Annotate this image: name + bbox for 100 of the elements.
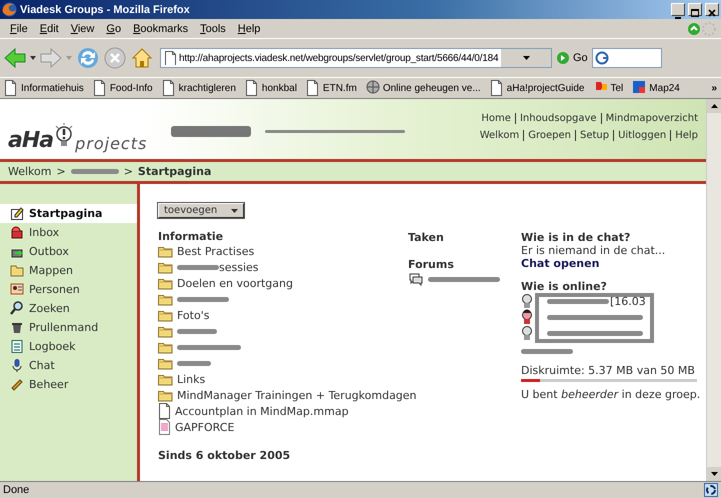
search-field[interactable]	[592, 48, 662, 68]
sidebar-item[interactable]: Inbox	[0, 223, 137, 242]
folder-icon	[158, 292, 173, 306]
folder-link[interactable]: Links	[177, 372, 206, 386]
sidebar-item[interactable]: Mappen	[0, 261, 137, 280]
folder-icon	[158, 356, 173, 370]
scrollbar[interactable]	[706, 99, 721, 481]
page-icon	[306, 80, 320, 96]
nav-link[interactable]: Groepen	[523, 130, 575, 141]
bookmark-link[interactable]: Map24	[632, 80, 680, 96]
contact-card-icon	[10, 282, 24, 297]
nav-link[interactable]: Inhoudsopgave	[514, 113, 601, 124]
logbook-icon	[10, 339, 24, 354]
bookmark-link[interactable]: Food-Info	[92, 80, 153, 96]
bookmark-link[interactable]: krachtigleren	[162, 80, 236, 96]
sidebar-item[interactable]: Chat	[0, 356, 137, 375]
dropdown-arrow-icon	[66, 56, 72, 60]
menu-item[interactable]: Go	[100, 22, 128, 34]
menu-item[interactable]: View	[64, 22, 100, 34]
page-icon	[164, 51, 176, 65]
bookmark-link[interactable]: Online geheugen ve...	[366, 80, 481, 96]
nav-link[interactable]: Setup	[574, 130, 614, 141]
close-icon	[706, 8, 718, 19]
sidebar-item[interactable]: Startpagina	[0, 204, 137, 223]
forward-button[interactable]	[40, 47, 62, 69]
page-icon	[162, 80, 176, 96]
page-icon	[4, 80, 18, 96]
maximize-button[interactable]	[688, 3, 702, 16]
window-title: Viadesk Groups - Mozilla Firefox	[20, 4, 191, 16]
folder-link[interactable]: MindManager Trainingen + Terugkomdagen	[177, 388, 417, 402]
nav-link[interactable]: Mindmapoverzicht	[600, 113, 698, 124]
note-icon	[10, 206, 24, 221]
speech-bubbles-icon	[408, 272, 424, 286]
file-link[interactable]: GAPFORCE	[175, 420, 234, 434]
nav-link[interactable]: Help	[670, 130, 698, 141]
back-button[interactable]	[4, 47, 26, 69]
folder-icon	[158, 324, 173, 338]
menu-item[interactable]: Help	[232, 22, 266, 34]
since-date: Sinds 6 oktober 2005	[158, 449, 292, 462]
role-text: U bent beheerder in deze groep.	[521, 388, 702, 401]
address-field[interactable]: http://ahaprojects.viadesk.net/webgroups/servlet/group_start/5666/44/0/184	[160, 48, 552, 68]
folder-icon	[158, 308, 173, 322]
dropdown-arrow-icon	[522, 56, 530, 60]
nav-link[interactable]: Welkom	[476, 130, 524, 141]
bookmark-link[interactable]: honkbal	[244, 80, 297, 96]
microphone-icon	[10, 358, 24, 373]
status-icon	[687, 22, 701, 36]
more-bookmarks-button[interactable]: »	[711, 82, 717, 94]
folder-link[interactable]: Doelen en voortgang	[177, 276, 293, 290]
document-icon	[158, 419, 171, 435]
sidebar-item[interactable]: Personen	[0, 280, 137, 299]
folder-icon	[158, 340, 173, 354]
breadcrumb-link[interactable]: Welkom	[8, 165, 52, 178]
go-button[interactable]: Go	[556, 51, 588, 65]
bookmark-link[interactable]: Tel	[594, 80, 624, 96]
sidebar-item[interactable]: Zoeken	[0, 299, 137, 318]
bookmark-link[interactable]: Informatiehuis	[4, 80, 84, 96]
section-heading: Taken	[408, 231, 445, 244]
menu-item[interactable]: Tools	[194, 22, 232, 34]
status-text: Done	[3, 484, 30, 496]
section-heading: Informatie	[158, 230, 224, 243]
tools-icon	[10, 377, 24, 392]
folder-icon	[158, 260, 173, 274]
folder-link[interactable]: Foto's	[177, 308, 210, 322]
sidebar-item[interactable]: Logboek	[0, 337, 137, 356]
minimize-button[interactable]	[671, 3, 685, 16]
reload-button[interactable]	[76, 46, 100, 70]
folder-link[interactable]: Best Practises	[177, 244, 254, 258]
folder-link[interactable]: sessies	[219, 260, 259, 274]
file-link[interactable]: Accountplan in MindMap.mmap	[175, 404, 349, 418]
bookmark-link[interactable]: ETN.fm	[306, 80, 357, 96]
logo-text: aHa	[8, 128, 54, 153]
nav-link[interactable]: Uitloggen	[613, 130, 670, 141]
sidebar-item[interactable]: Outbox	[0, 242, 137, 261]
close-button[interactable]	[705, 3, 719, 16]
dropdown-arrow-icon	[231, 208, 238, 212]
add-dropdown[interactable]: toevoegen	[158, 203, 244, 218]
file-icon	[158, 403, 171, 419]
go-icon	[556, 51, 570, 65]
stop-button[interactable]	[104, 47, 126, 69]
search-icon	[10, 301, 24, 316]
breadcrumb-separator: >	[124, 165, 133, 178]
sidebar-item[interactable]: Beheer	[0, 375, 137, 394]
menu-item[interactable]: Bookmarks	[127, 22, 194, 34]
down-arrow-icon	[710, 472, 718, 476]
breadcrumb-separator: >	[56, 165, 66, 178]
nav-link[interactable]: Home	[477, 113, 515, 124]
redaction-mark	[70, 169, 119, 174]
throbber-icon	[701, 20, 717, 36]
chat-link[interactable]: Chat openen	[521, 257, 706, 270]
login-time: [16.03	[610, 294, 646, 308]
map-icon	[632, 80, 646, 96]
menu-item[interactable]: Edit	[34, 22, 65, 34]
menu-item[interactable]: File	[4, 22, 34, 34]
home-button[interactable]	[130, 46, 154, 70]
trash-icon	[10, 320, 24, 335]
search-engine-icon	[594, 51, 609, 65]
sidebar-item[interactable]: Prullenmand	[0, 318, 137, 337]
bookmark-link[interactable]: aHa!projectGuide	[490, 80, 584, 96]
folder-icon	[158, 276, 173, 290]
